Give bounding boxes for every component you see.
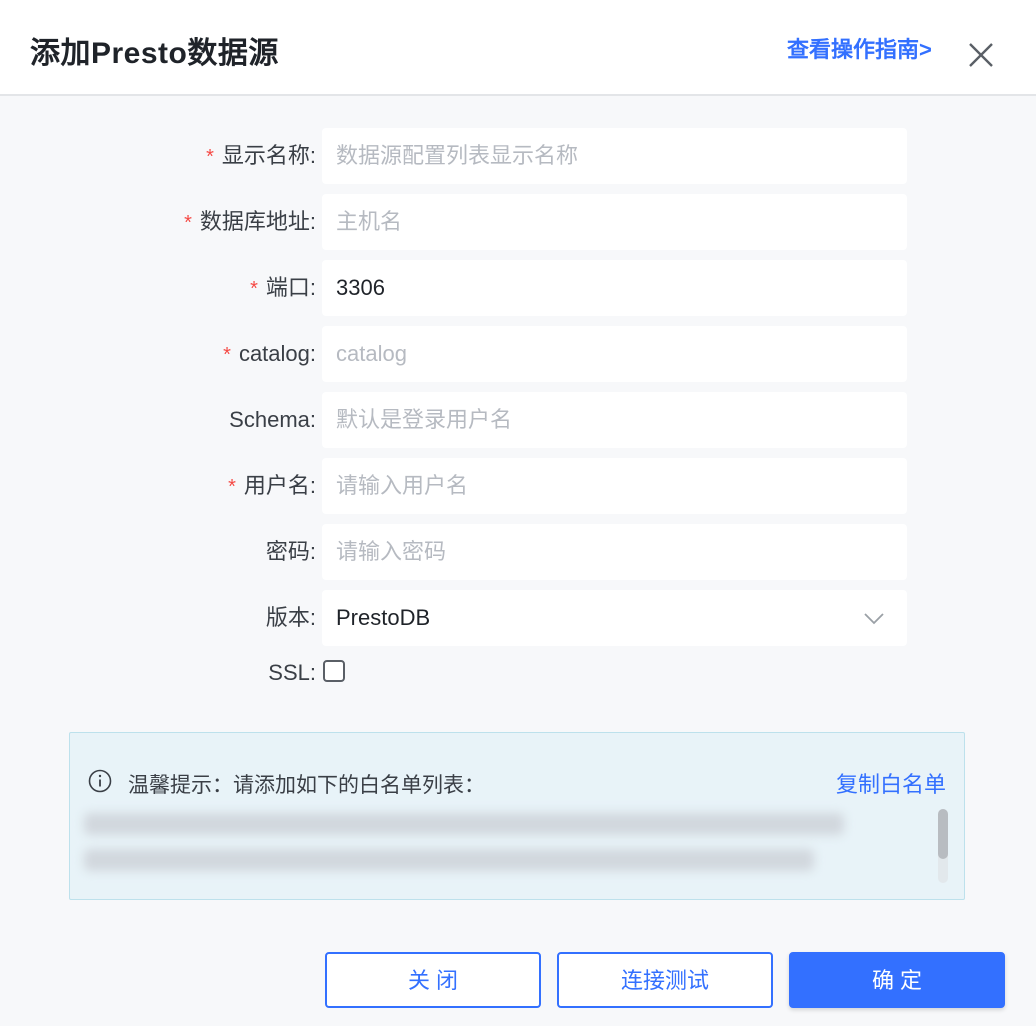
password-label: 密码:: [265, 539, 316, 564]
field-password: 密码: 请输入密码: [0, 524, 1036, 580]
field-version: 版本: PrestoDB: [0, 590, 1036, 646]
field-schema: Schema: 默认是登录用户名: [0, 392, 1036, 448]
password-input[interactable]: 请输入密码: [322, 524, 907, 580]
display-name-input[interactable]: 数据源配置列表显示名称: [322, 128, 907, 184]
field-port: * 端口: 3306: [0, 260, 1036, 316]
field-display-name: * 显示名称: 数据源配置列表显示名称: [0, 128, 1036, 184]
copy-whitelist-link[interactable]: 复制白名单: [836, 767, 946, 799]
required-mark: *: [206, 146, 214, 168]
field-catalog: * catalog: catalog: [0, 326, 1036, 382]
db-address-label: 数据库地址:: [199, 209, 316, 234]
schema-label: Schema:: [229, 407, 316, 432]
dialog-title: 添加Presto数据源: [30, 37, 279, 70]
whitelist-scrollbar[interactable]: [938, 809, 948, 883]
whitelist-content: [84, 813, 844, 887]
dialog-header: 添加Presto数据源 查看操作指南>: [0, 0, 1036, 96]
field-db-address: * 数据库地址: 主机名: [0, 194, 1036, 250]
catalog-input[interactable]: catalog: [322, 326, 907, 382]
close-icon: [969, 43, 993, 67]
required-mark: *: [184, 212, 192, 234]
whitelist-line: [84, 813, 844, 835]
field-username: * 用户名: 请输入用户名: [0, 458, 1036, 514]
catalog-label: catalog:: [238, 341, 316, 366]
tip-text: 温馨提示：请添加如下的白名单列表：: [128, 774, 485, 797]
chevron-down-icon: [864, 613, 884, 625]
scrollbar-thumb[interactable]: [938, 809, 948, 859]
schema-input[interactable]: 默认是登录用户名: [322, 392, 907, 448]
confirm-button[interactable]: 确 定: [789, 952, 1005, 1008]
ssl-checkbox[interactable]: [323, 660, 345, 682]
whitelist-line: [84, 849, 814, 871]
version-value: PrestoDB: [336, 605, 431, 630]
connection-test-button[interactable]: 连接测试: [557, 952, 773, 1008]
ssl-label: SSL:: [268, 660, 316, 685]
info-icon: [88, 769, 112, 793]
close-button-footer[interactable]: 关 闭: [325, 952, 541, 1008]
required-mark: *: [223, 344, 231, 366]
close-button[interactable]: [964, 38, 998, 72]
port-label: 端口:: [265, 275, 316, 300]
required-mark: *: [250, 278, 258, 300]
required-mark: *: [228, 476, 236, 498]
guide-link[interactable]: 查看操作指南>: [787, 32, 932, 64]
whitelist-tip-panel: 温馨提示：请添加如下的白名单列表： 复制白名单: [69, 732, 965, 900]
username-input[interactable]: 请输入用户名: [322, 458, 907, 514]
field-ssl: SSL:: [0, 650, 1036, 696]
port-input[interactable]: 3306: [322, 260, 907, 316]
version-select[interactable]: PrestoDB: [322, 590, 907, 646]
display-name-label: 显示名称:: [221, 143, 316, 168]
db-address-input[interactable]: 主机名: [322, 194, 907, 250]
username-label: 用户名:: [243, 473, 316, 498]
version-label: 版本:: [265, 605, 316, 630]
